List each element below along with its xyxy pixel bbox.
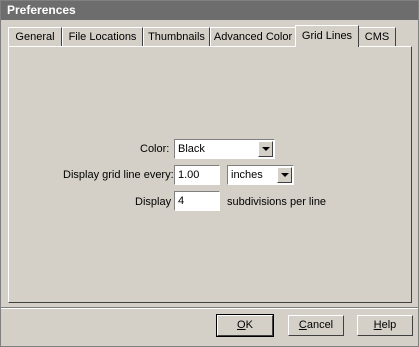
ok-label-rest: K bbox=[245, 319, 253, 331]
tab-general[interactable]: General bbox=[8, 27, 62, 46]
color-label: Color: bbox=[140, 143, 170, 155]
cancel-mnemonic: C bbox=[298, 319, 307, 331]
chevron-down-icon bbox=[281, 173, 289, 177]
unit-dropdown[interactable]: inches bbox=[227, 165, 294, 185]
color-value: Black bbox=[178, 143, 205, 155]
tab-file-locations[interactable]: File Locations bbox=[62, 27, 143, 46]
grid-every-label: Display grid line every: bbox=[63, 169, 174, 181]
tab-cms[interactable]: CMS bbox=[358, 27, 396, 46]
tab-grid-lines[interactable]: Grid Lines bbox=[295, 25, 359, 47]
help-label-rest: elp bbox=[381, 319, 397, 331]
display-label: Display bbox=[135, 196, 172, 208]
color-dropdown-button[interactable] bbox=[258, 141, 273, 157]
preferences-dialog: Preferences General File Locations Thumb… bbox=[0, 0, 419, 347]
help-button[interactable]: Help bbox=[357, 315, 413, 336]
unit-value: inches bbox=[231, 169, 263, 181]
title-bar: Preferences bbox=[1, 1, 418, 20]
tab-advanced-color[interactable]: Advanced Color bbox=[210, 27, 296, 46]
cancel-button[interactable]: Cancel bbox=[288, 315, 344, 336]
cancel-label-rest: ancel bbox=[306, 319, 334, 331]
ok-button[interactable]: OK bbox=[216, 314, 274, 337]
subdivisions-suffix: subdivisions per line bbox=[227, 196, 327, 208]
tab-thumbnails[interactable]: Thumbnails bbox=[143, 27, 210, 46]
grid-lines-panel: Color: Black Display grid line every: 1.… bbox=[8, 46, 412, 303]
ok-mnemonic: O bbox=[237, 319, 246, 331]
button-separator bbox=[1, 307, 418, 309]
dialog-title: Preferences bbox=[7, 3, 76, 17]
color-dropdown[interactable]: Black bbox=[174, 139, 275, 159]
chevron-down-icon bbox=[262, 147, 270, 151]
help-mnemonic: H bbox=[373, 319, 382, 331]
grid-every-input[interactable]: 1.00 bbox=[174, 165, 220, 185]
subdivisions-input[interactable]: 4 bbox=[174, 191, 220, 211]
unit-dropdown-button[interactable] bbox=[277, 167, 292, 183]
